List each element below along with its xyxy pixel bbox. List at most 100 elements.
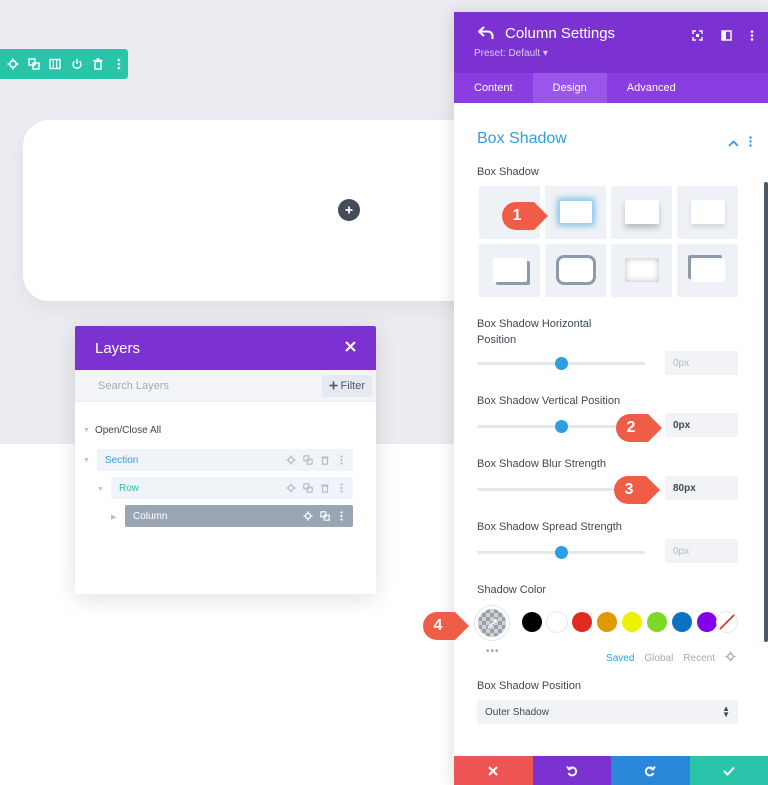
tab-design[interactable]: Design [532, 73, 607, 103]
layer-item-section[interactable]: Section [97, 449, 353, 471]
annotation-marker-2: 2 [614, 410, 662, 446]
row-card [23, 120, 493, 301]
horizontal-position-input[interactable]: 0px [665, 351, 738, 375]
add-module-button[interactable] [338, 199, 360, 221]
open-close-all-toggle[interactable]: ▼ Open/Close All [83, 425, 161, 436]
blur-strength-label: Box Shadow Blur Strength [477, 458, 607, 470]
checkmark-icon [723, 766, 735, 776]
preset-bottom[interactable] [611, 186, 672, 239]
color-swatch[interactable] [572, 612, 592, 632]
color-swatch[interactable] [697, 612, 717, 632]
caret-down-icon[interactable]: ▼ [83, 457, 90, 464]
trash-icon[interactable] [319, 455, 330, 466]
preset-inset[interactable] [611, 244, 672, 297]
column-toolbar [0, 49, 128, 79]
caret-down-icon[interactable]: ▼ [97, 486, 104, 493]
preset-soft[interactable] [677, 186, 738, 239]
layer-item-column[interactable]: Column [125, 505, 353, 527]
tab-recent[interactable]: Recent [683, 653, 715, 664]
shadow-position-select[interactable]: Outer Shadow ▲ ▼ [477, 700, 738, 724]
trash-icon[interactable] [319, 483, 330, 494]
layers-header: Layers [75, 326, 376, 370]
settings-gear-icon[interactable] [4, 55, 21, 73]
open-close-label: Open/Close All [94, 425, 162, 436]
annotation-marker-3: 3 [612, 472, 660, 508]
caret-right-icon[interactable]: ▶ [111, 513, 116, 521]
preset-outline[interactable] [545, 244, 606, 297]
tab-saved[interactable]: Saved [606, 653, 634, 664]
split-view-icon[interactable] [721, 28, 732, 46]
filter-label: Filter [340, 379, 365, 392]
gear-icon[interactable] [285, 483, 296, 494]
color-picker-button[interactable] [475, 606, 509, 640]
columns-icon[interactable] [47, 55, 64, 73]
duplicate-icon[interactable] [302, 483, 313, 494]
gear-icon[interactable] [725, 651, 736, 665]
spread-strength-input[interactable]: 0px [665, 539, 738, 563]
label-line: Position [477, 334, 517, 346]
tab-global[interactable]: Global [644, 653, 673, 664]
color-swatch[interactable] [547, 612, 567, 632]
undo-button[interactable] [532, 756, 611, 785]
search-layers-input[interactable]: Search Layers [98, 380, 169, 392]
back-arrow-icon[interactable] [477, 26, 494, 45]
trash-icon[interactable] [89, 55, 106, 73]
marker-number: 4 [433, 617, 443, 634]
no-color-swatch[interactable] [717, 612, 737, 632]
scrollbar[interactable] [764, 182, 768, 642]
gear-icon[interactable] [302, 511, 313, 522]
duplicate-icon[interactable] [25, 55, 42, 73]
more-vertical-icon[interactable] [749, 134, 752, 152]
marker-number: 1 [512, 207, 522, 224]
palette-tabs: Saved Global Recent [606, 651, 736, 665]
horizontal-position-slider[interactable] [477, 357, 645, 370]
box-shadow-section-title[interactable]: Box Shadow [477, 130, 567, 148]
more-vertical-icon[interactable] [336, 511, 347, 522]
layer-item-label: Column [133, 510, 168, 522]
more-colors-button[interactable]: ••• [486, 646, 500, 657]
preset-dropdown[interactable]: Preset: Default ▾ [474, 48, 548, 59]
marker-number: 2 [626, 419, 636, 436]
box-shadow-label: Box Shadow [477, 166, 539, 178]
tab-advanced[interactable]: Advanced [607, 73, 696, 103]
vertical-position-input[interactable]: 0px [665, 413, 738, 437]
more-vertical-icon[interactable] [336, 455, 347, 466]
shadow-position-label: Box Shadow Position [477, 680, 581, 692]
save-button[interactable] [689, 756, 768, 785]
power-icon[interactable] [68, 55, 85, 73]
more-vertical-icon[interactable] [111, 55, 128, 73]
discard-button[interactable] [454, 756, 533, 785]
color-swatch[interactable] [522, 612, 542, 632]
layers-panel: Layers Search Layers Filter ▼ Open/Close… [75, 326, 376, 594]
slider-thumb[interactable] [554, 546, 568, 559]
spread-strength-slider[interactable] [477, 546, 645, 559]
layer-item-row[interactable]: Row [111, 477, 353, 499]
blur-strength-input[interactable]: 80px [665, 476, 738, 500]
gear-icon[interactable] [285, 455, 296, 466]
duplicate-icon[interactable] [319, 511, 330, 522]
preset-glow[interactable] [545, 186, 606, 239]
panel-header: Column Settings Preset: Default ▾ [454, 12, 768, 73]
color-swatch[interactable] [647, 612, 667, 632]
settings-tabs: Content Design Advanced [454, 73, 768, 103]
preset-offset-br[interactable] [479, 244, 540, 297]
more-vertical-icon[interactable] [750, 28, 754, 46]
layers-title: Layers [95, 339, 141, 357]
label-line: Box Shadow Horizontal [477, 318, 592, 330]
close-icon[interactable] [345, 339, 356, 357]
slider-thumb[interactable] [554, 357, 568, 370]
more-vertical-icon[interactable] [336, 483, 347, 494]
filter-button[interactable]: Filter [321, 374, 372, 397]
undo-icon [566, 765, 577, 776]
color-swatch[interactable] [672, 612, 692, 632]
preset-offset-tl[interactable] [677, 244, 738, 297]
color-swatch[interactable] [622, 612, 642, 632]
chevron-up-icon[interactable] [728, 134, 739, 152]
redo-button[interactable] [611, 756, 690, 785]
color-swatch[interactable] [597, 612, 617, 632]
tab-content[interactable]: Content [454, 73, 533, 103]
duplicate-icon[interactable] [302, 455, 313, 466]
fullscreen-icon[interactable] [692, 28, 703, 46]
slider-thumb[interactable] [554, 420, 568, 433]
layer-item-label: Row [119, 482, 140, 494]
